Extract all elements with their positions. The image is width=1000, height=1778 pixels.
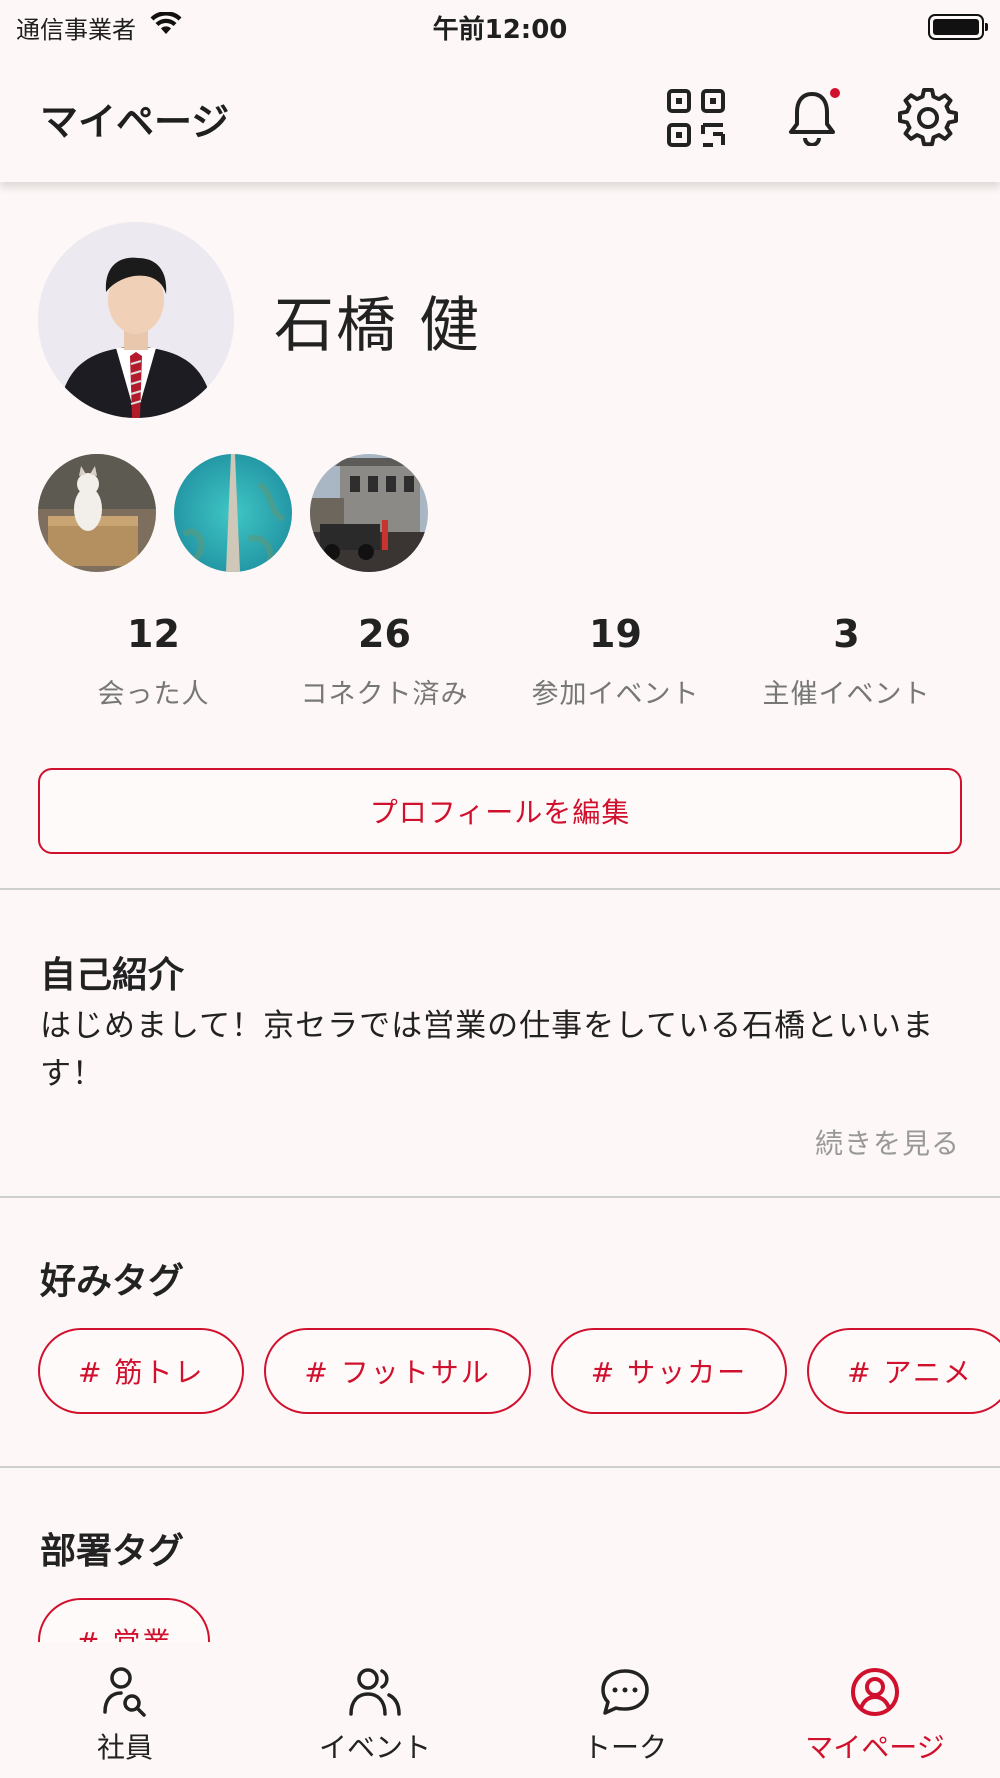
nav-label: トーク [582,1731,667,1764]
stat-label: 主催イベント [762,679,931,710]
stat-connected[interactable]: 26 コネクト済み [269,612,500,711]
nav-label: マイページ [805,1731,945,1764]
profile-content[interactable]: 石橋 健 12 会った人 26 コネクト済み 19 参加イベント 3 主催イベン… [0,182,1000,1642]
tag-chip[interactable]: # 営業 [38,1598,211,1642]
notification-badge [830,88,840,98]
bottom-nav: 社員 イベント トーク マイページ [0,1642,1000,1778]
tag-chip[interactable]: # 筋トレ [38,1328,245,1414]
user-circle-icon [847,1664,903,1720]
stats-row: 12 会った人 26 コネクト済み 19 参加イベント 3 主催イベント [38,612,962,711]
stat-value: 3 [833,612,860,656]
employee-search-icon [97,1664,153,1720]
page-title: マイページ [40,99,230,144]
stat-joined-events[interactable]: 19 参加イベント [500,612,731,711]
people-icon [347,1664,403,1720]
stat-met-people[interactable]: 12 会った人 [38,612,269,711]
divider [0,1196,1000,1198]
department-tags-title: 部署タグ [40,1531,185,1572]
avatar[interactable] [38,222,234,418]
status-bar: 通信事業者 午前12:00 [0,0,1000,54]
profile-name: 石橋 健 [274,290,482,361]
qr-code-button[interactable] [664,86,728,150]
photo-thumbnail-cat[interactable] [38,454,156,572]
stat-value: 19 [589,612,642,656]
status-left: 通信事業者 [16,10,182,45]
tag-chip[interactable]: # アニメ [807,1328,1000,1414]
chat-bubble-icon [597,1664,653,1720]
edit-profile-button[interactable]: プロフィールを編集 [38,768,962,854]
tag-chip[interactable]: # サッカー [550,1328,788,1414]
department-tags-list: # 営業 [38,1598,211,1642]
nav-talk[interactable]: トーク [500,1642,750,1778]
favorite-tags-list: # 筋トレ # フットサル # サッカー # アニメ [38,1328,1000,1414]
settings-button[interactable] [896,86,960,150]
stat-label: 会った人 [97,679,210,710]
stat-label: コネクト済み [300,679,469,710]
read-more-link[interactable]: 続きを見る [815,1122,960,1162]
bell-icon [789,92,835,146]
intro-section-title: 自己紹介 [40,955,185,996]
nav-events[interactable]: イベント [250,1642,500,1778]
stat-value: 26 [358,612,411,656]
nav-label: 社員 [96,1731,153,1764]
stat-hosted-events[interactable]: 3 主催イベント [731,612,962,711]
photo-thumbnail-sea-bridge[interactable] [174,454,292,572]
wifi-icon [150,11,182,42]
notification-button[interactable] [780,86,844,150]
stat-label: 参加イベント [531,679,700,710]
divider [0,888,1000,890]
photo-thumbnails [38,454,428,572]
divider [0,1466,1000,1468]
nav-label: イベント [318,1731,431,1764]
stat-value: 12 [127,612,180,656]
nav-mypage[interactable]: マイページ [750,1642,1000,1778]
carrier-label: 通信事業者 [16,15,136,44]
photo-thumbnail-old-town[interactable] [310,454,428,572]
nav-employees[interactable]: 社員 [0,1642,250,1778]
qr-code-icon [667,89,725,147]
gear-icon [898,88,958,147]
tag-chip[interactable]: # フットサル [264,1328,531,1414]
favorite-tags-title: 好みタグ [40,1261,185,1302]
profile-header: 石橋 健 [38,222,481,418]
intro-text: はじめまして！京セラでは営業の仕事をしている石橋といいます！ [40,1008,935,1092]
app-header: マイページ [0,54,1000,182]
battery-icon [928,14,988,40]
